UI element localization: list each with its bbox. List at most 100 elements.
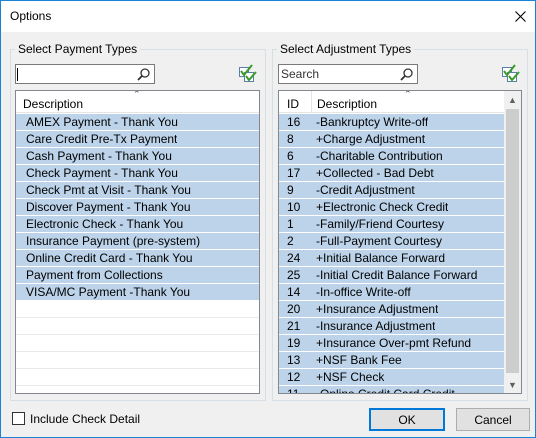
- vertical-scrollbar[interactable]: ▲ ▼: [504, 91, 521, 393]
- adjustment-list-item[interactable]: 20 +Insurance Adjustment: [279, 301, 504, 318]
- payment-list-item[interactable]: Check Pmt at Visit - Thank You: [16, 182, 259, 199]
- adjustment-item-id: 13: [287, 353, 301, 367]
- adjustment-list-item[interactable]: 21 -Insurance Adjustment: [279, 318, 504, 335]
- payment-item-description: Electronic Check - Thank You: [26, 217, 184, 231]
- payment-item-description: AMEX Payment - Thank You: [26, 115, 178, 129]
- payment-list-item[interactable]: Cash Payment - Thank You: [16, 148, 259, 165]
- adjustment-search-box[interactable]: [278, 64, 418, 84]
- adjustment-item-id: 20: [287, 302, 301, 316]
- payment-list-header: Description ⌃: [16, 91, 259, 113]
- adjustment-item-id: 1: [287, 217, 294, 231]
- scroll-down-icon[interactable]: ▼: [504, 376, 521, 393]
- payment-item-description: Online Credit Card - Thank You: [26, 251, 193, 265]
- adjustment-id-column-header[interactable]: ID: [282, 91, 299, 113]
- payment-description-column-header[interactable]: Description: [18, 91, 83, 113]
- adjustment-item-id: 19: [287, 336, 301, 350]
- search-icon[interactable]: [399, 67, 414, 82]
- adjustment-list-item[interactable]: 10 +Electronic Check Credit: [279, 199, 504, 216]
- adjustment-item-id: 9: [287, 183, 294, 197]
- adjustment-list-item[interactable]: 19 +Insurance Over-pmt Refund: [279, 335, 504, 352]
- adjustment-item-description: +Insurance Over-pmt Refund: [316, 336, 472, 350]
- close-icon[interactable]: [505, 1, 535, 32]
- adjustment-item-description: +Electronic Check Credit: [316, 200, 449, 214]
- adjustment-types-list[interactable]: ID Description ⌃ 16 -Bankruptcy Write-off…: [278, 90, 522, 394]
- adjustment-item-description: +Collected - Bad Debt: [316, 166, 434, 180]
- adjustment-list-item[interactable]: 1 -Family/Friend Courtesy: [279, 216, 504, 233]
- payment-item-description: Discover Payment - Thank You: [26, 200, 191, 214]
- payment-search-box[interactable]: [15, 64, 155, 84]
- include-check-detail-label[interactable]: Include Check Detail: [30, 412, 140, 426]
- ok-button[interactable]: OK: [369, 408, 445, 431]
- payment-search-input[interactable]: [18, 66, 132, 82]
- adjustment-list-item[interactable]: 16 -Bankruptcy Write-off: [279, 114, 504, 131]
- payment-types-list[interactable]: Description ⌃ AMEX Payment - Thank You Ca…: [15, 90, 260, 394]
- payment-list-item[interactable]: Care Credit Pre-Tx Payment: [16, 131, 259, 148]
- adjustment-list-item[interactable]: 17 +Collected - Bad Debt: [279, 165, 504, 182]
- adjustment-item-id: 6: [287, 149, 294, 163]
- adjustment-list-item[interactable]: 11 -Online Credit Card Credit: [279, 386, 504, 394]
- adjustment-list-item[interactable]: 24 +Initial Balance Forward: [279, 250, 504, 267]
- adjustment-list-item[interactable]: 13 +NSF Bank Fee: [279, 352, 504, 369]
- adjustment-list-item[interactable]: 25 -Initial Credit Balance Forward: [279, 267, 504, 284]
- adjustment-item-description: +Charge Adjustment: [316, 132, 426, 146]
- adjustment-item-description: -Credit Adjustment: [316, 183, 415, 197]
- adjustment-list-item[interactable]: 8 +Charge Adjustment: [279, 131, 504, 148]
- scroll-up-icon[interactable]: ▲: [504, 91, 521, 108]
- payment-list-item[interactable]: VISA/MC Payment -Thank You: [16, 284, 259, 301]
- adjustment-item-description: +Insurance Adjustment: [316, 302, 439, 316]
- adjustment-list-item[interactable]: 9 -Credit Adjustment: [279, 182, 504, 199]
- adjustment-list-item[interactable]: 6 -Charitable Contribution: [279, 148, 504, 165]
- window-title: Options: [10, 9, 52, 23]
- payment-item-description: Check Pmt at Visit - Thank You: [26, 183, 191, 197]
- adjustment-item-description: -Online Credit Card Credit: [316, 387, 455, 394]
- payment-item-description: Insurance Payment (pre-system): [26, 234, 201, 248]
- adjustment-list-header: ID Description ⌃: [279, 91, 521, 113]
- adjustment-item-description: -Bankruptcy Write-off: [316, 115, 429, 129]
- include-check-detail-checkbox[interactable]: [12, 412, 25, 425]
- adjustment-item-id: 12: [287, 370, 301, 384]
- empty-list-row: [16, 301, 259, 318]
- payment-item-description: Care Credit Pre-Tx Payment: [26, 132, 178, 146]
- adjustment-item-description: -Charitable Contribution: [316, 149, 443, 163]
- adjustment-item-description: +Initial Balance Forward: [316, 251, 446, 265]
- payment-item-description: Payment from Collections: [26, 268, 163, 282]
- empty-list-row: [16, 318, 259, 335]
- payment-list-item[interactable]: Discover Payment - Thank You: [16, 199, 259, 216]
- empty-list-row: [16, 335, 259, 352]
- adjustment-types-group-label: Select Adjustment Types: [277, 42, 415, 56]
- adjustment-list-item[interactable]: 2 -Full-Payment Courtesy: [279, 233, 504, 250]
- cancel-button[interactable]: Cancel: [456, 408, 530, 431]
- payment-item-description: VISA/MC Payment -Thank You: [26, 285, 191, 299]
- adjustment-item-id: 25: [287, 268, 301, 282]
- adjustment-item-id: 11: [287, 387, 300, 394]
- adjustment-item-id: 17: [287, 166, 301, 180]
- sort-ascending-icon: ⌃: [133, 90, 141, 99]
- payment-list-item[interactable]: Insurance Payment (pre-system): [16, 233, 259, 250]
- adjustment-item-description: -Full-Payment Courtesy: [316, 234, 443, 248]
- adjustment-item-id: 21: [287, 319, 301, 333]
- payment-item-description: Cash Payment - Thank You: [26, 149, 172, 163]
- adjustment-list-item[interactable]: 12 +NSF Check: [279, 369, 504, 386]
- check-all-icon[interactable]: [238, 64, 258, 84]
- adjustment-item-id: 2: [287, 234, 294, 248]
- search-icon[interactable]: [136, 67, 151, 82]
- check-all-icon[interactable]: [501, 64, 521, 84]
- payment-list-item[interactable]: Online Credit Card - Thank You: [16, 250, 259, 267]
- adjustment-item-id: 24: [287, 251, 301, 265]
- adjustment-search-input[interactable]: [281, 66, 395, 82]
- adjustment-item-description: -Initial Credit Balance Forward: [316, 268, 478, 282]
- empty-list-row: [16, 352, 259, 369]
- payment-list-item[interactable]: AMEX Payment - Thank You: [16, 114, 259, 131]
- adjustment-item-id: 10: [287, 200, 301, 214]
- adjustment-item-description: -In-office Write-off: [316, 285, 411, 299]
- empty-list-row: [16, 369, 259, 386]
- adjustment-item-description: -Insurance Adjustment: [316, 319, 436, 333]
- sort-ascending-icon: ⌃: [404, 90, 412, 99]
- payment-list-item[interactable]: Check Payment - Thank You: [16, 165, 259, 182]
- payment-list-item[interactable]: Electronic Check - Thank You: [16, 216, 259, 233]
- title-bar: Options: [1, 1, 535, 32]
- adjustment-description-column-header[interactable]: Description: [312, 91, 377, 113]
- adjustment-list-item[interactable]: 14 -In-office Write-off: [279, 284, 504, 301]
- scrollbar-thumb[interactable]: [506, 109, 519, 373]
- payment-list-item[interactable]: Payment from Collections: [16, 267, 259, 284]
